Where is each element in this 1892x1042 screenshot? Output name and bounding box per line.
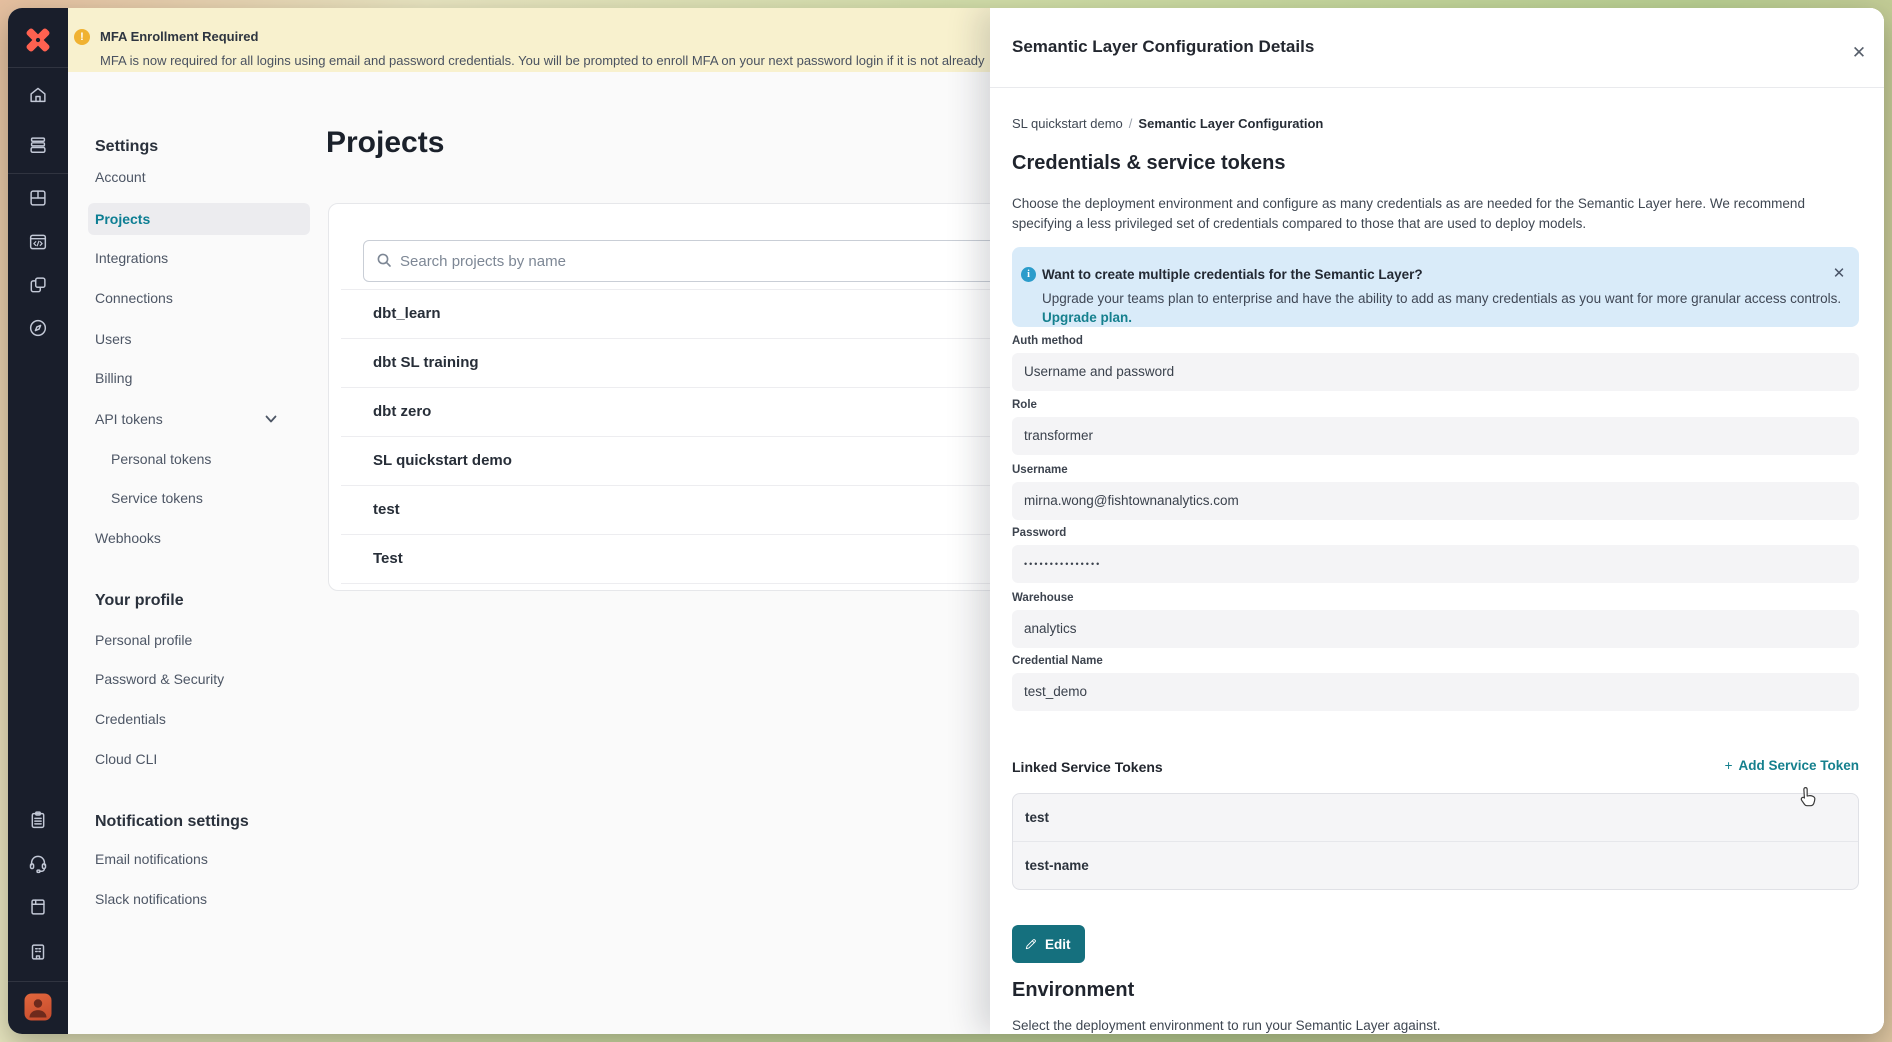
docs-icon[interactable] — [27, 896, 49, 918]
sidebar-item-cloud-cli[interactable]: Cloud CLI — [95, 744, 157, 774]
organization-icon[interactable] — [27, 941, 49, 963]
sidebar-item-users[interactable]: Users — [95, 324, 132, 354]
add-service-token-label: Add Service Token — [1738, 758, 1859, 773]
sidebar-item-connections[interactable]: Connections — [95, 283, 173, 313]
linked-tokens-list: test test-name — [1012, 793, 1859, 890]
banner-message: MFA is now required for all logins using… — [100, 53, 984, 68]
support-icon[interactable] — [27, 852, 49, 874]
environment-heading: Environment — [1012, 979, 1134, 1002]
project-row[interactable]: dbt zero — [341, 388, 1069, 437]
edit-button-label: Edit — [1045, 937, 1071, 952]
sidebar-item-email-notifications[interactable]: Email notifications — [95, 844, 208, 874]
info-close-icon[interactable]: ✕ — [1829, 264, 1849, 284]
sidebar-item-personal-tokens[interactable]: Personal tokens — [111, 444, 211, 474]
info-box-title: Want to create multiple credentials for … — [1042, 267, 1423, 282]
upgrade-info-box: i Want to create multiple credentials fo… — [1012, 247, 1859, 327]
section-title: Credentials & service tokens — [1012, 152, 1285, 175]
upgrade-plan-link[interactable]: Upgrade plan. — [1042, 310, 1132, 325]
field-label: Warehouse — [1012, 592, 1074, 605]
breadcrumb-separator: / — [1129, 116, 1133, 131]
page-title: Projects — [326, 126, 444, 160]
semantic-layer-panel: Semantic Layer Configuration Details ✕ S… — [990, 8, 1884, 1034]
home-icon[interactable] — [27, 84, 49, 106]
edit-button[interactable]: Edit — [1012, 925, 1085, 963]
sidebar-item-billing[interactable]: Billing — [95, 363, 132, 393]
settings-nav-header: Settings — [95, 132, 158, 162]
develop-icon[interactable] — [27, 231, 49, 253]
profile-nav-header: Your profile — [95, 586, 184, 616]
sidebar-item-webhooks[interactable]: Webhooks — [95, 523, 161, 553]
field-label: Auth method — [1012, 335, 1083, 348]
icon-sidebar — [8, 8, 68, 1034]
sidebar-divider — [8, 173, 68, 174]
sidebar-item-account[interactable]: Account — [95, 162, 146, 192]
field-value: analytics — [1012, 610, 1859, 648]
info-box-body: Upgrade your teams plan to enterprise an… — [1042, 291, 1841, 306]
warning-icon: ! — [74, 29, 90, 45]
search-icon — [376, 252, 392, 268]
field-label: Password — [1012, 527, 1066, 540]
token-row[interactable]: test — [1013, 794, 1858, 842]
copy-icon[interactable] — [27, 274, 49, 296]
sidebar-item-service-tokens[interactable]: Service tokens — [111, 483, 203, 513]
chevron-down-icon[interactable] — [263, 411, 279, 427]
field-label: Username — [1012, 464, 1068, 477]
deploy-icon[interactable] — [27, 134, 49, 156]
banner-title: MFA Enrollment Required — [100, 29, 258, 44]
sidebar-item-personal-profile[interactable]: Personal profile — [95, 625, 192, 655]
info-icon: i — [1021, 267, 1036, 282]
dbt-logo[interactable] — [21, 23, 55, 57]
project-row[interactable]: SL quickstart demo — [341, 437, 1069, 486]
dashboards-icon[interactable] — [27, 187, 49, 209]
project-search — [363, 240, 1065, 282]
linked-tokens-header: Linked Service Tokens — [1012, 759, 1163, 775]
projects-card: dbt_learn dbt SL training dbt zero SL qu… — [328, 203, 1070, 591]
field-value: transformer — [1012, 417, 1859, 455]
token-row[interactable]: test-name — [1013, 842, 1858, 889]
close-icon[interactable]: ✕ — [1848, 42, 1870, 64]
project-row[interactable]: dbt_learn — [341, 290, 1069, 339]
field-label: Credential Name — [1012, 655, 1103, 668]
environment-description: Select the deployment environment to run… — [1012, 1018, 1441, 1033]
notes-icon[interactable] — [27, 809, 49, 831]
avatar[interactable] — [25, 994, 52, 1021]
field-label: Role — [1012, 399, 1037, 412]
sidebar-item-api-tokens[interactable]: API tokens — [95, 404, 163, 434]
pencil-icon — [1024, 937, 1038, 951]
field-value: test_demo — [1012, 673, 1859, 711]
notifications-nav-header: Notification settings — [95, 807, 249, 837]
plus-icon: + — [1725, 758, 1733, 773]
field-value: mirna.wong@fishtownanalytics.com — [1012, 482, 1859, 520]
field-value: Username and password — [1012, 353, 1859, 391]
breadcrumb-parent[interactable]: SL quickstart demo — [1012, 116, 1123, 131]
sidebar-item-credentials[interactable]: Credentials — [95, 704, 166, 734]
breadcrumb-current: Semantic Layer Configuration — [1138, 116, 1323, 131]
panel-header: Semantic Layer Configuration Details ✕ — [990, 8, 1884, 88]
project-row[interactable]: test — [341, 486, 1069, 535]
field-value: ••••••••••••••• — [1012, 545, 1859, 583]
sidebar-divider — [8, 67, 68, 68]
panel-title: Semantic Layer Configuration Details — [1012, 37, 1314, 57]
add-service-token-button[interactable]: + Add Service Token — [1725, 758, 1859, 773]
sidebar-item-projects[interactable]: Projects — [95, 204, 150, 234]
project-list: dbt_learn dbt SL training dbt zero SL qu… — [341, 289, 1069, 584]
section-description: Choose the deployment environment and co… — [1012, 194, 1860, 234]
project-row[interactable]: dbt SL training — [341, 339, 1069, 388]
sidebar-item-password-security[interactable]: Password & Security — [95, 664, 224, 694]
project-row[interactable]: Test — [341, 535, 1069, 584]
explore-icon[interactable] — [27, 317, 49, 339]
sidebar-item-slack-notifications[interactable]: Slack notifications — [95, 884, 207, 914]
search-input[interactable] — [398, 241, 1042, 281]
breadcrumb: SL quickstart demo / Semantic Layer Config… — [1012, 116, 1323, 131]
sidebar-divider — [8, 981, 68, 982]
app-window: ! MFA Enrollment Required MFA is now req… — [8, 8, 1884, 1034]
sidebar-item-integrations[interactable]: Integrations — [95, 243, 168, 273]
